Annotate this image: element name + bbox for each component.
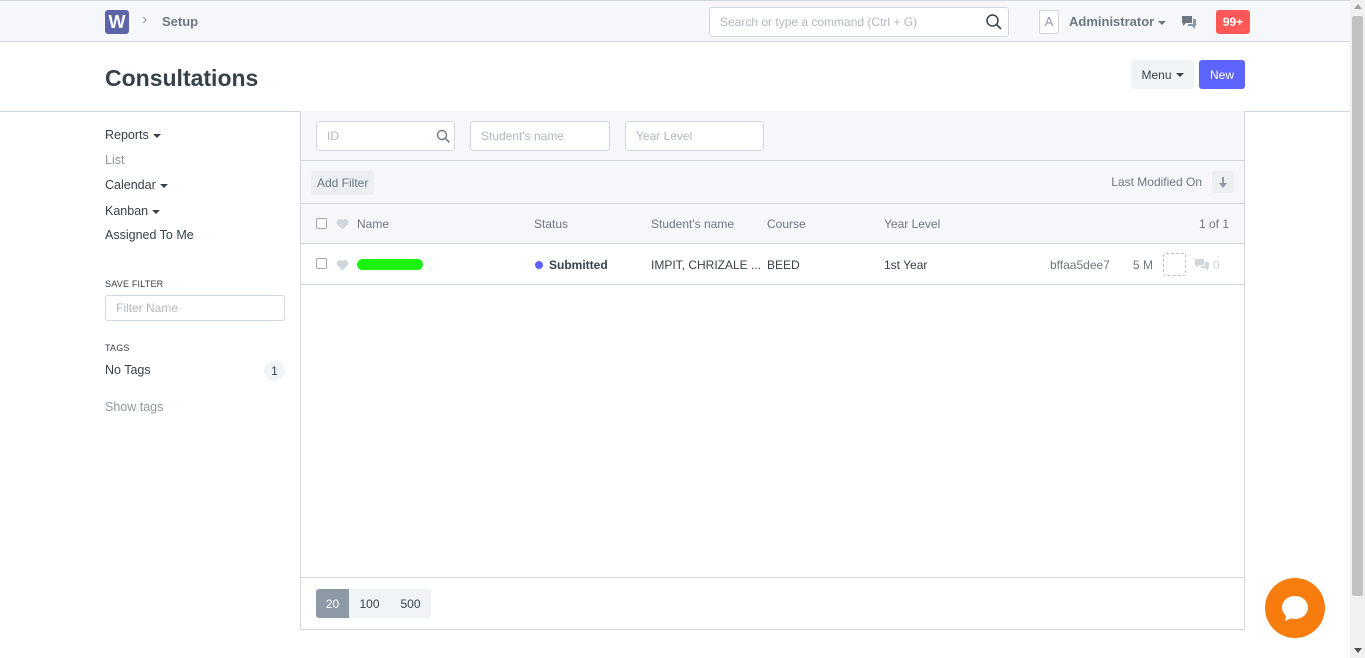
column-course: Course	[767, 217, 806, 231]
avatar[interactable]: A	[1039, 10, 1059, 34]
record-id-cell: bffaa5dee7	[1050, 258, 1110, 272]
list-header: Name Status Student's name Course Year L…	[301, 204, 1244, 244]
breadcrumb-setup[interactable]: Setup	[162, 14, 198, 29]
column-student-name: Student's name	[651, 217, 735, 231]
sidebar-item-no-tags[interactable]: No Tags	[105, 363, 151, 377]
search-input[interactable]	[710, 8, 1008, 36]
awesome-bar	[709, 7, 1009, 37]
comment-count: 0	[1213, 258, 1220, 272]
caret-down-icon	[1175, 73, 1184, 78]
table-row[interactable]: Submitted IMPIT, CHRIZALE ... BEED 1st Y…	[301, 244, 1244, 285]
select-all-checkbox[interactable]	[316, 218, 327, 229]
sort-order-button[interactable]	[1212, 171, 1234, 193]
add-filter-button[interactable]: Add Filter	[311, 171, 375, 195]
filter-name-input[interactable]	[105, 295, 285, 321]
scroll-down-icon[interactable]	[1354, 648, 1362, 653]
chat-bubble-icon	[1282, 596, 1308, 621]
navbar: W › Setup A Administrator 99+	[0, 0, 1350, 42]
chevron-right-icon: ›	[142, 11, 148, 28]
search-icon[interactable]	[985, 13, 1003, 31]
sort-selector[interactable]: Last Modified On	[1111, 175, 1202, 189]
sidebar-item-calendar[interactable]: Calendar	[105, 178, 168, 192]
column-year-level: Year Level	[884, 217, 941, 231]
sidebar-item-kanban[interactable]: Kanban	[105, 204, 161, 218]
new-button[interactable]: New	[1199, 60, 1245, 89]
redacted-name[interactable]	[357, 259, 423, 270]
user-name-label: Administrator	[1069, 14, 1155, 29]
heart-icon[interactable]	[336, 218, 349, 230]
caret-down-icon	[1158, 20, 1167, 25]
sidebar-item-assigned-to-me[interactable]: Assigned To Me	[105, 228, 194, 242]
page-size-20-button[interactable]: 20	[316, 589, 349, 618]
sidebar-item-label: Reports	[105, 128, 149, 142]
menu-button-label: Menu	[1141, 67, 1172, 82]
sidebar-item-reports[interactable]: Reports	[105, 128, 161, 142]
notifications-badge[interactable]: 99+	[1216, 10, 1250, 34]
tags-label: TAGS	[105, 343, 130, 353]
course-cell: BEED	[767, 258, 800, 272]
chat-widget-button[interactable]	[1265, 578, 1325, 638]
id-filter-input[interactable]	[316, 121, 455, 151]
page-head: Consultations Menu New	[0, 43, 1350, 112]
student-name-cell: IMPIT, CHRIZALE ...	[651, 258, 762, 272]
tag-count-badge: 1	[264, 361, 285, 381]
chat-icon[interactable]	[1180, 14, 1198, 30]
sidebar-item-label: Kanban	[105, 204, 149, 218]
user-menu[interactable]: Administrator	[1069, 14, 1167, 29]
list-frame: Add Filter Last Modified On Name Status …	[300, 111, 1245, 630]
menu-button[interactable]: Menu	[1131, 60, 1194, 89]
modified-time-cell: 5 M	[1133, 258, 1154, 272]
search-icon	[436, 129, 451, 144]
save-filter-label: SAVE FILTER	[105, 279, 164, 289]
year-level-filter-input[interactable]	[625, 121, 764, 151]
status-badge: Submitted	[549, 258, 608, 272]
assign-avatar-placeholder[interactable]	[1163, 253, 1186, 276]
scroll-up-icon[interactable]	[1354, 4, 1362, 9]
sidebar-item-list[interactable]: List	[105, 153, 124, 167]
caret-down-icon	[159, 183, 168, 188]
student-name-filter-input[interactable]	[470, 121, 610, 151]
column-name: Name	[357, 217, 390, 231]
page-title: Consultations	[105, 65, 259, 91]
year-level-cell: 1st Year	[884, 258, 928, 272]
filter-bar: Add Filter Last Modified On	[301, 161, 1244, 204]
sidebar-item-label: Calendar	[105, 178, 156, 192]
page-size-500-button[interactable]: 500	[390, 589, 431, 618]
column-status: Status	[534, 217, 569, 231]
comment-icon	[1195, 259, 1209, 271]
arrow-down-icon	[1219, 177, 1227, 188]
scroll-thumb[interactable]	[1352, 16, 1363, 596]
list-count: 1 of 1	[1198, 217, 1229, 231]
standard-filters	[301, 111, 1244, 161]
show-tags-link[interactable]: Show tags	[105, 400, 163, 414]
page-size-100-button[interactable]: 100	[349, 589, 390, 618]
heart-icon[interactable]	[336, 259, 349, 271]
page-scrollbar[interactable]	[1350, 0, 1365, 658]
row-checkbox[interactable]	[316, 258, 327, 269]
app-logo[interactable]: W	[105, 10, 129, 34]
paging-area: 20 100 500	[301, 577, 1244, 629]
caret-down-icon	[152, 133, 161, 138]
status-indicator-dot	[535, 261, 543, 269]
caret-down-icon	[152, 209, 161, 214]
